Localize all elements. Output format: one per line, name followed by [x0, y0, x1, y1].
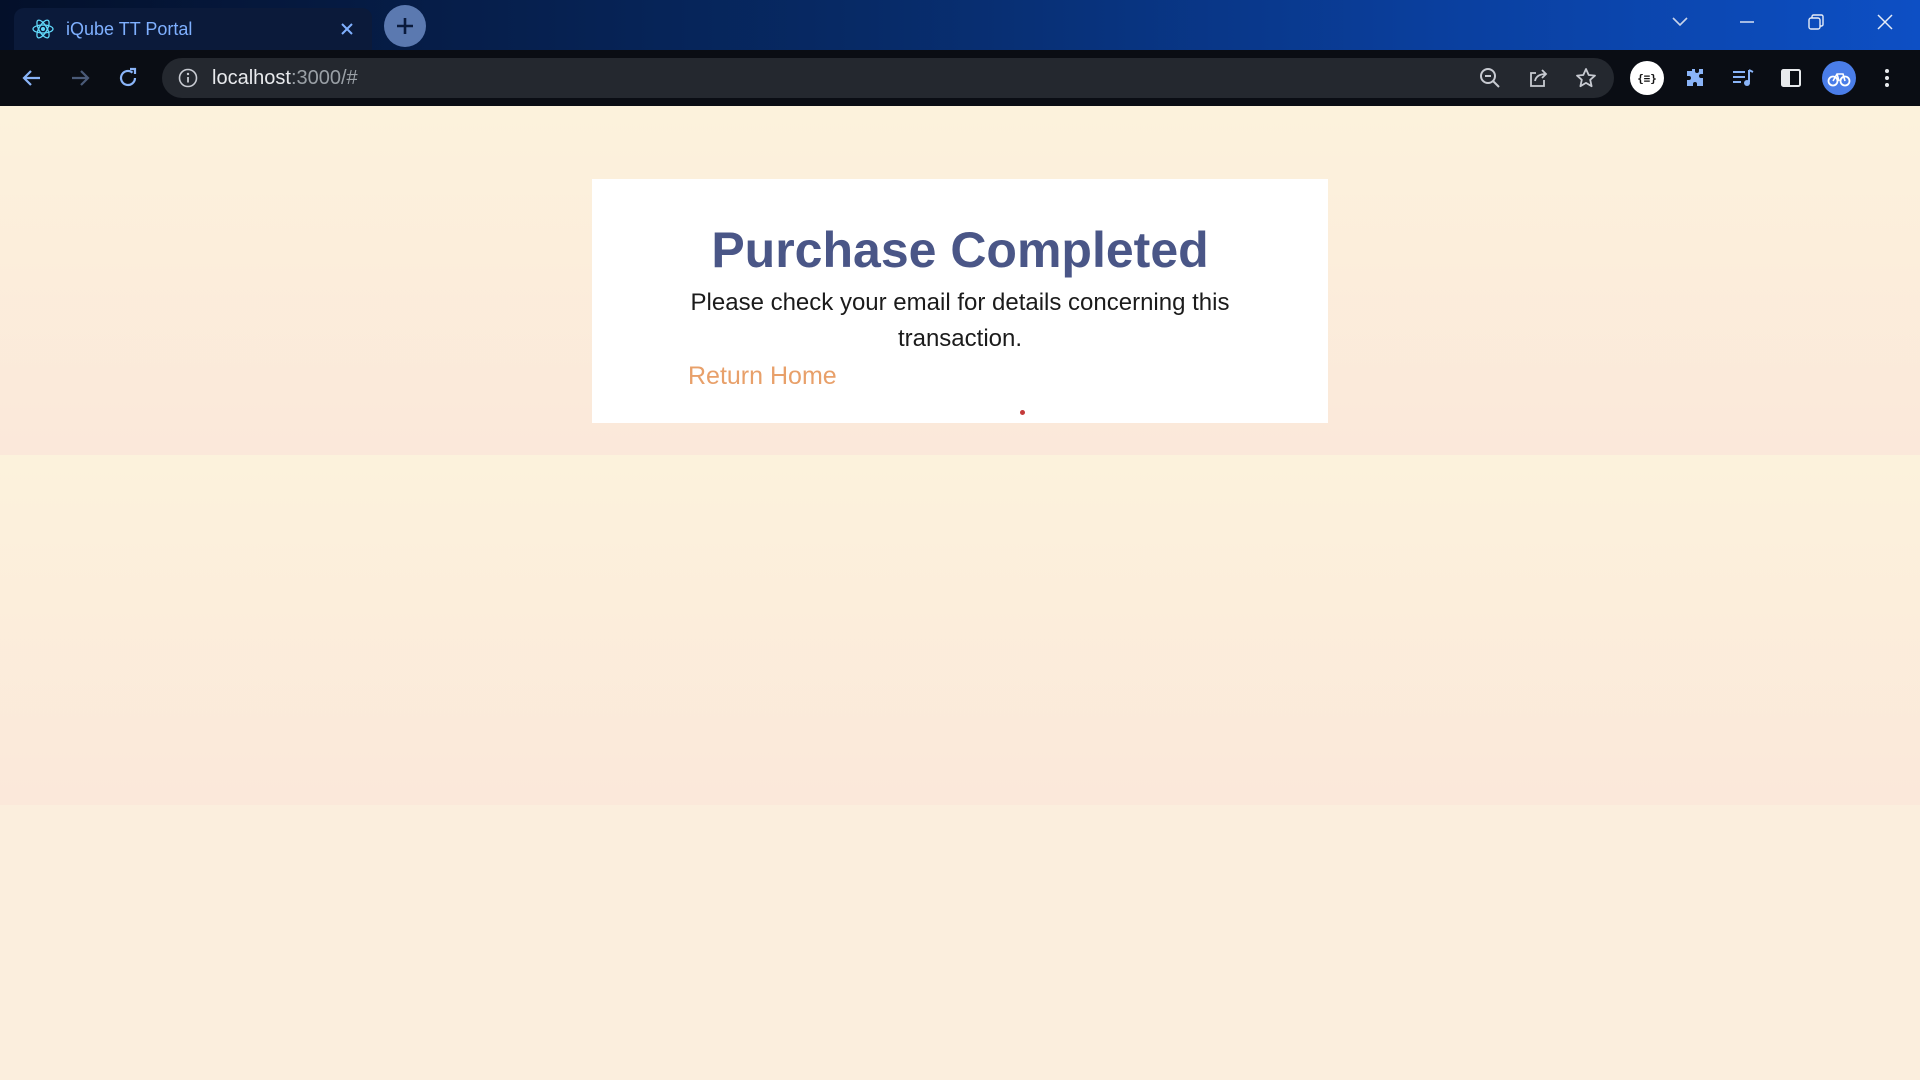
share-icon[interactable] [1526, 66, 1550, 90]
browser-tab-active[interactable]: iQube TT Portal [14, 8, 372, 50]
return-home-link[interactable]: Return Home [688, 362, 837, 391]
react-atom-icon [30, 16, 56, 42]
url-path: :3000/# [290, 67, 358, 89]
media-queue-icon[interactable] [1727, 62, 1759, 94]
url-host: localhost [212, 67, 291, 89]
new-tab-button[interactable] [384, 5, 426, 47]
site-info-icon[interactable] [178, 68, 198, 88]
kebab-menu-icon[interactable] [1871, 62, 1903, 94]
minimize-button[interactable] [1717, 0, 1777, 44]
tab-title: iQube TT Portal [66, 18, 193, 39]
close-icon [1877, 14, 1893, 30]
browser-titlebar: iQube TT Portal [0, 0, 1920, 50]
url-text[interactable]: localhost:3000/# [212, 67, 358, 90]
page-title: Purchase Completed [711, 222, 1209, 278]
plus-icon [397, 18, 413, 34]
arrow-left-icon [22, 70, 40, 86]
forward-button[interactable] [62, 60, 98, 96]
chevron-down-icon [1672, 17, 1688, 27]
background-band-middle [0, 455, 1920, 805]
purchase-confirmation-card: Purchase Completed Please check your ema… [592, 179, 1328, 423]
profile-avatar[interactable] [1822, 61, 1856, 95]
restore-icon [1808, 14, 1824, 30]
restore-button[interactable] [1786, 0, 1846, 44]
close-window-button[interactable] [1855, 0, 1915, 44]
page-viewport: Purchase Completed Please check your ema… [0, 106, 1920, 1080]
minimize-icon [1740, 21, 1754, 23]
back-button[interactable] [14, 60, 50, 96]
side-panel-icon[interactable] [1775, 62, 1807, 94]
json-viewer-extension-icon[interactable]: {≡} [1630, 61, 1664, 95]
loading-indicator-dot [1020, 410, 1025, 415]
reload-icon [119, 67, 137, 87]
reload-button[interactable] [110, 60, 146, 96]
tab-search-button[interactable] [1650, 0, 1710, 44]
close-tab-icon[interactable] [336, 18, 358, 40]
puzzle-icon[interactable] [1679, 62, 1711, 94]
confirmation-message: Please check your email for details conc… [690, 289, 1230, 352]
star-icon[interactable] [1574, 66, 1598, 90]
browser-toolbar: localhost:3000/# {≡} [0, 50, 1920, 106]
zoom-out-icon[interactable] [1478, 66, 1502, 90]
address-bar[interactable]: localhost:3000/# [162, 58, 1614, 98]
arrow-right-icon [72, 70, 90, 86]
